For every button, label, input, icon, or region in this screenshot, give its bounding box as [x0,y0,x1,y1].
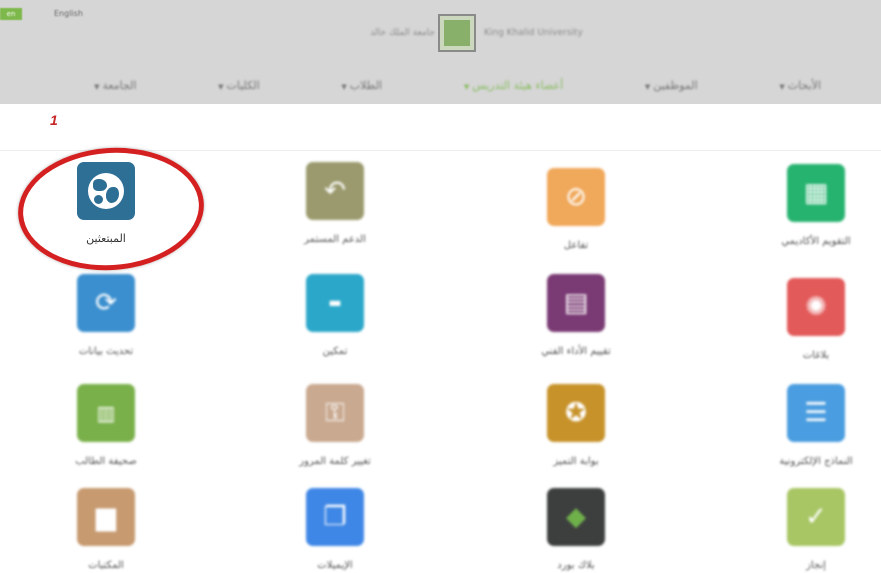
nav-item-students[interactable]: الطلاب▼ [341,79,382,92]
tile-continuous-support[interactable]: ↶ الدعم المستمر [245,162,425,245]
chevron-down-icon: ▼ [218,82,224,91]
tile-emails[interactable]: ❐ الإيميلات [245,488,425,571]
award-icon: ✪ [547,384,605,442]
tile-interact[interactable]: ⊘ تفاعل [486,168,666,251]
main-nav: الجامعة▼ الكليات▼ الطلاب▼ أعضاء هيئة الت… [0,70,881,100]
nav-item-university[interactable]: الجامعة▼ [94,79,136,92]
tile-label: المكتبات [88,560,124,571]
tile-student-newspaper[interactable]: ▥ صحيفة الطالب [16,384,196,467]
tile-academic-calendar[interactable]: ▦ التقويم الأكاديمي [726,164,881,247]
tile-label: صحيفة الطالب [75,456,137,467]
tile-label: التقويم الأكاديمي [781,236,851,247]
tile-label: تغيير كلمة المرور [299,456,371,467]
nav-item-research[interactable]: الأبحاث▼ [779,79,821,92]
nav-item-faculty[interactable]: أعضاء هيئة التدريس▼ [464,79,563,92]
tile-label: الإيميلات [317,560,353,571]
alarm-icon: ✺ [787,278,845,336]
tile-performance-evaluation[interactable]: ▤ تقييم الأداء الفني [486,274,666,357]
tile-label: بلاك بورد [557,560,595,571]
step-number-marker: 1 [50,112,58,128]
brand[interactable]: جامعة الملك خالد King Khalid University [330,14,600,52]
tile-excellence-portal[interactable]: ✪ بوابة التميز [486,384,666,467]
blackboard-icon: ◆ [547,488,605,546]
calendar-icon: ▦ [787,164,845,222]
tile-reports[interactable]: ✺ بلاغات [726,278,881,361]
documents-icon: ❐ [306,488,364,546]
chevron-down-icon: ▼ [463,82,470,91]
chevron-down-icon: ▼ [341,82,347,91]
tamkeen-icon: ▬ [306,274,364,332]
key-icon: ⚿ [306,384,364,442]
nav-item-colleges[interactable]: الكليات▼ [218,79,260,92]
newspaper-icon: ▥ [77,384,135,442]
tile-label: تحديث بيانات [78,346,134,357]
sync-icon: ⟳ [77,274,135,332]
tile-libraries[interactable]: ▆ المكتبات [16,488,196,571]
orbit-icon: ⊘ [547,168,605,226]
brand-name-arabic: جامعة الملك خالد [370,28,435,38]
tile-achievement[interactable]: ✓ إنجاز [726,488,881,571]
chevron-down-icon: ▼ [94,82,100,91]
tile-label: تمكين [322,346,348,357]
library-icon: ▆ [77,488,135,546]
tile-change-password[interactable]: ⚿ تغيير كلمة المرور [245,384,425,467]
reply-arrow-icon: ↶ [306,162,364,220]
tile-label: تفاعل [563,240,589,251]
tile-electronic-forms[interactable]: ☰ النماذج الإلكترونية [726,384,881,467]
tile-label: النماذج الإلكترونية [779,456,853,467]
tile-update-data[interactable]: ⟳ تحديث بيانات [16,274,196,357]
tile-label: إنجاز [806,560,826,571]
tile-blackboard[interactable]: ◆ بلاك بورد [486,488,666,571]
tile-label: تقييم الأداء الفني [541,346,611,357]
corner-tag[interactable]: en [0,8,22,20]
chevron-down-icon: ▼ [644,82,651,91]
tile-tamkeen[interactable]: ▬ تمكين [245,274,425,357]
checkmark-icon: ✓ [787,488,845,546]
brand-name-english: King Khalid University [484,28,583,38]
tile-label: بلاغات [802,350,830,361]
site-header: en English جامعة الملك خالد King Khalid … [0,0,881,104]
tile-label: الدعم المستمر [304,234,366,245]
tile-label: بوابة التميز [553,456,599,467]
forms-icon: ☰ [787,384,845,442]
chevron-down-icon: ▼ [779,82,785,91]
clipboard-icon: ▤ [547,274,605,332]
language-link[interactable]: English [54,9,83,18]
nav-item-employees[interactable]: الموظفين▼ [645,79,698,92]
university-logo-icon [438,14,476,52]
